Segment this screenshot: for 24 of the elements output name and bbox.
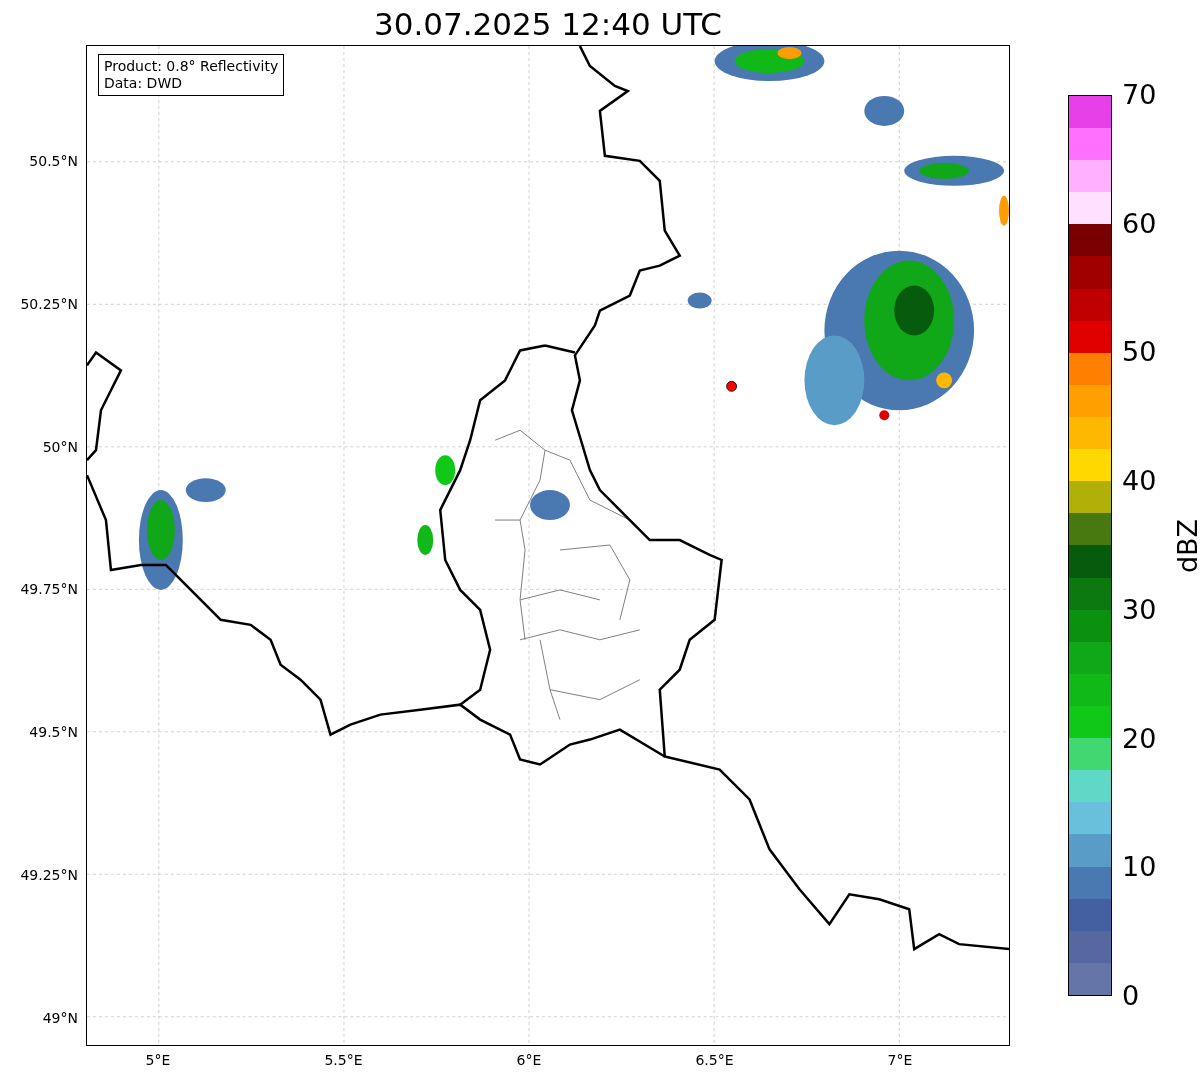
colorbar-tick-label: 70 [1122,80,1157,110]
latitude-tick-label: 50.25°N [20,295,78,312]
longitude-tick-label: 6.5°E [695,1052,734,1068]
colorbar-tick-label: 20 [1122,723,1157,754]
latitude-tick-label: 49.75°N [20,581,78,598]
longitude-tick-label: 5.5°E [324,1052,363,1068]
latitude-tick-label: 49.5°N [29,724,78,741]
longitude-tick-label: 5°E [145,1052,171,1068]
colorbar-label: dBZ [1171,518,1202,573]
colorbar-tick-label: 50 [1122,337,1157,368]
colorbar-tick-label: 60 [1122,208,1157,239]
colorbar-tick-label: 40 [1122,466,1157,497]
colorbar-tick-label: 10 [1122,852,1157,883]
latitude-tick-label: 50°N [42,438,78,455]
latitude-tick-label: 49°N [42,1009,78,1026]
longitude-tick-label: 7°E [887,1052,913,1068]
chart-title: 30.07.2025 12:40 UTC [374,5,722,43]
colorbar-tick-label: 30 [1122,594,1157,625]
colorbar-tick-label: 0 [1122,981,1140,1011]
info-text: Product: 0.8° Reflectivity [104,58,279,75]
latitude-tick-label: 49.25°N [20,867,78,883]
longitude-tick-label: 6°E [516,1052,542,1068]
latitude-tick-label: 50.5°N [29,153,78,169]
info-text: Data: DWD [104,75,183,92]
